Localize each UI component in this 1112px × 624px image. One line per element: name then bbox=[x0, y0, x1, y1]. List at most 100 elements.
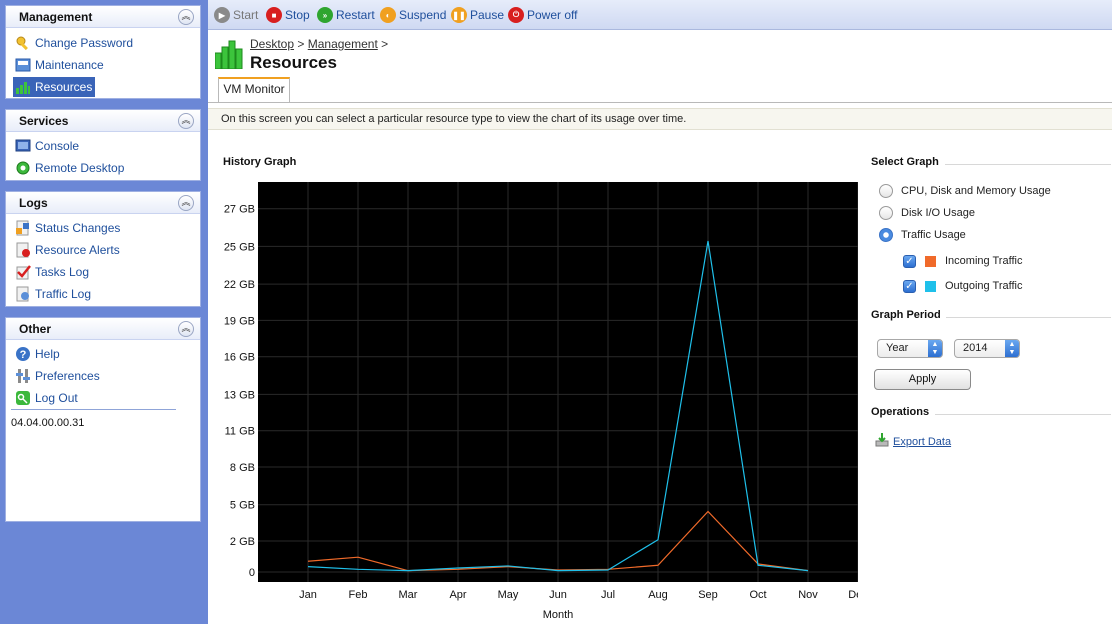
pause-button[interactable]: ❚❚ Pause bbox=[451, 6, 504, 24]
sidebar-item-console[interactable]: Console bbox=[15, 136, 82, 156]
start-label: Start bbox=[233, 8, 259, 22]
suspend-button[interactable]: ◐ Suspend bbox=[380, 6, 446, 24]
sidebar-item-maintenance[interactable]: Maintenance bbox=[15, 55, 107, 75]
history-graph-chart: 0 2 GB 5 GB 8 GB 11 GB 13 GB 16 GB 19 GB 22 GB 25… bbox=[224, 182, 858, 621]
radio-disk-io[interactable]: Disk I/O Usage bbox=[879, 205, 975, 221]
tab-divider bbox=[208, 102, 1112, 103]
divider bbox=[935, 414, 1111, 415]
year-select[interactable]: 2014 ▲ ▼ bbox=[954, 339, 1020, 358]
page-title: Resources bbox=[250, 53, 337, 72]
sidebar-item-log-out[interactable]: Log Out bbox=[15, 388, 81, 408]
chevron-updown-icon: ▲ ▼ bbox=[1005, 340, 1019, 357]
history-graph-title: History Graph bbox=[223, 156, 297, 168]
help-icon: ? bbox=[15, 346, 31, 362]
pause-icon: ❚❚ bbox=[451, 7, 467, 23]
checkbox-label: Incoming Traffic bbox=[945, 255, 1023, 267]
management-panel-header[interactable]: Management ︽ bbox=[6, 6, 200, 28]
sidebar-item-label: Change Password bbox=[35, 36, 134, 50]
suspend-icon: ◐ bbox=[380, 7, 396, 23]
breadcrumb-desktop[interactable]: Desktop bbox=[250, 37, 294, 51]
period-select[interactable]: Year ▲ ▼ bbox=[877, 339, 943, 358]
y-tick-label: 27 GB bbox=[224, 204, 255, 216]
y-tick-label: 19 GB bbox=[224, 315, 255, 327]
radio-button[interactable] bbox=[879, 206, 893, 220]
export-data-link[interactable]: Export Data bbox=[874, 432, 951, 451]
x-tick-label: Sep bbox=[698, 589, 718, 601]
sidebar-item-label: Maintenance bbox=[35, 58, 104, 72]
power-off-button[interactable]: ⏻ Power off bbox=[508, 6, 577, 24]
other-panel: Other ︽ ? Help Preferences Log Out 04.04… bbox=[5, 317, 201, 522]
resources-chart-icon bbox=[15, 79, 31, 95]
y-tick-label: 0 bbox=[249, 567, 255, 579]
apply-button[interactable]: Apply bbox=[874, 369, 971, 390]
other-panel-title: Other bbox=[19, 322, 52, 336]
resource-alerts-icon bbox=[15, 242, 31, 258]
divider bbox=[945, 164, 1111, 165]
radio-cpu-disk-memory[interactable]: CPU, Disk and Memory Usage bbox=[879, 183, 1051, 199]
sidebar-item-traffic-log[interactable]: Traffic Log bbox=[15, 284, 94, 304]
stop-icon: ■ bbox=[266, 7, 282, 23]
year-select-value: 2014 bbox=[963, 342, 988, 354]
sidebar-item-status-changes[interactable]: Status Changes bbox=[15, 218, 123, 238]
logout-icon bbox=[15, 390, 31, 406]
resources-header-icon bbox=[214, 39, 243, 72]
breadcrumb-separator: > bbox=[381, 37, 389, 51]
console-icon bbox=[15, 138, 31, 154]
x-tick-label: Apr bbox=[449, 589, 466, 601]
status-changes-icon bbox=[15, 220, 31, 236]
sidebar-item-help[interactable]: ? Help bbox=[15, 344, 63, 364]
radio-button[interactable] bbox=[879, 228, 893, 242]
checkbox-label: Outgoing Traffic bbox=[945, 280, 1023, 292]
radio-button[interactable] bbox=[879, 184, 893, 198]
checkbox-outgoing-traffic[interactable]: ✓ Outgoing Traffic bbox=[903, 278, 1022, 294]
sidebar-item-tasks-log[interactable]: Tasks Log bbox=[15, 262, 92, 282]
collapse-icon[interactable]: ︽ bbox=[178, 9, 194, 25]
suspend-label: Suspend bbox=[399, 8, 447, 22]
checkbox[interactable]: ✓ bbox=[903, 279, 916, 293]
collapse-icon[interactable]: ︽ bbox=[178, 321, 194, 337]
y-tick-label: 25 GB bbox=[224, 241, 255, 253]
radio-label: Traffic Usage bbox=[901, 229, 966, 241]
restart-button[interactable]: » Restart bbox=[317, 6, 375, 24]
x-tick-label: Jun bbox=[549, 589, 567, 601]
tab-vm-monitor[interactable]: VM Monitor bbox=[218, 77, 290, 102]
start-icon: ▶ bbox=[214, 7, 230, 23]
start-button[interactable]: ▶ Start bbox=[214, 6, 258, 24]
services-panel-header[interactable]: Services ︽ bbox=[6, 110, 200, 132]
x-tick-label: Mar bbox=[399, 589, 418, 601]
collapse-icon[interactable]: ︽ bbox=[178, 195, 194, 211]
divider bbox=[946, 317, 1111, 318]
preferences-icon bbox=[15, 368, 31, 384]
sidebar-item-label: Resources bbox=[35, 80, 93, 94]
incoming-traffic-swatch bbox=[925, 255, 936, 267]
restart-icon: » bbox=[317, 7, 333, 23]
sidebar-item-preferences[interactable]: Preferences bbox=[15, 366, 103, 386]
operations-title: Operations bbox=[871, 406, 930, 418]
collapse-icon[interactable]: ︽ bbox=[178, 113, 194, 129]
y-tick-label: 13 GB bbox=[224, 389, 255, 401]
logs-panel-header[interactable]: Logs ︽ bbox=[6, 192, 200, 214]
radio-label: CPU, Disk and Memory Usage bbox=[901, 185, 1051, 197]
period-select-value: Year bbox=[886, 342, 909, 354]
checkbox-incoming-traffic[interactable]: ✓ Incoming Traffic bbox=[903, 253, 1022, 269]
export-data-label: Export Data bbox=[893, 435, 952, 448]
sidebar-item-remote-desktop[interactable]: Remote Desktop bbox=[15, 158, 127, 178]
breadcrumb-management[interactable]: Management bbox=[308, 37, 378, 51]
sidebar-item-label: Console bbox=[35, 139, 80, 153]
sidebar-item-resources[interactable]: Resources bbox=[13, 77, 96, 97]
sidebar-item-label: Resource Alerts bbox=[35, 243, 120, 257]
stop-button[interactable]: ■ Stop bbox=[266, 6, 310, 24]
management-panel: Management ︽ Change Password Maintenance… bbox=[5, 5, 201, 99]
radio-traffic-usage[interactable]: Traffic Usage bbox=[879, 227, 966, 243]
power-off-label: Power off bbox=[527, 8, 578, 22]
checkbox[interactable]: ✓ bbox=[903, 254, 916, 268]
services-panel: Services ︽ Console Remote Desktop bbox=[5, 109, 201, 181]
other-panel-header[interactable]: Other ︽ bbox=[6, 318, 200, 340]
y-tick-label: 5 GB bbox=[230, 500, 255, 512]
sidebar-item-resource-alerts[interactable]: Resource Alerts bbox=[15, 240, 123, 260]
x-tick-label: Aug bbox=[648, 589, 668, 601]
sidebar-item-change-password[interactable]: Change Password bbox=[15, 33, 136, 53]
svg-text:?: ? bbox=[20, 349, 27, 361]
chevron-updown-icon: ▲ ▼ bbox=[928, 340, 942, 357]
x-tick-label: Dec bbox=[848, 589, 858, 601]
